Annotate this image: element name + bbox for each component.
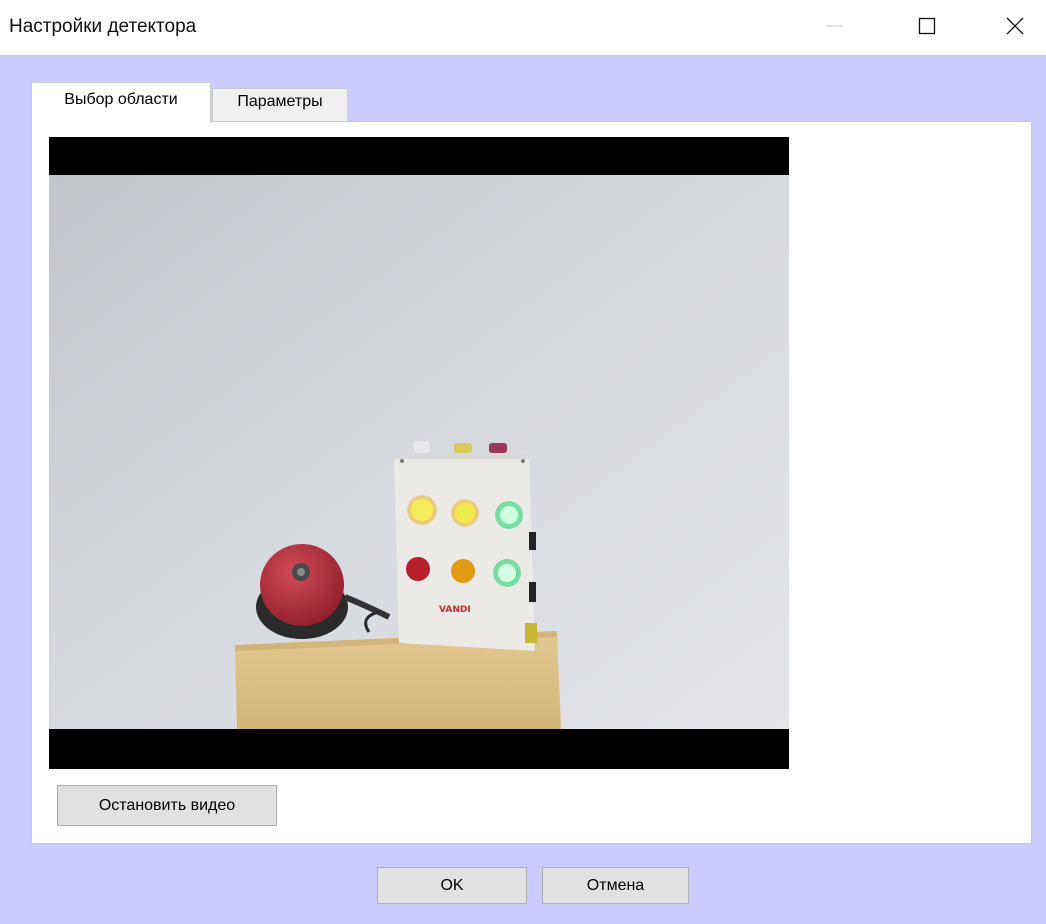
tab-region-selection[interactable]: Выбор области — [31, 82, 211, 123]
detector-settings-window: Настройки детектора Выбор области Параме… — [0, 0, 1046, 924]
ok-button[interactable]: OK — [377, 867, 527, 904]
title-bar[interactable]: Настройки детектора — [0, 0, 1046, 55]
cancel-button[interactable]: Отмена — [542, 867, 689, 904]
camera-frame-image: VANDI — [49, 175, 789, 729]
maximize-button[interactable] — [905, 6, 949, 46]
video-preview[interactable]: VANDI — [49, 137, 789, 769]
stop-video-button[interactable]: Остановить видео — [57, 785, 277, 826]
close-icon — [1006, 17, 1024, 35]
window-title: Настройки детектора — [9, 16, 197, 37]
minimize-button[interactable] — [812, 6, 856, 46]
tab-region-selection-label: Выбор области — [64, 91, 178, 108]
minimize-icon — [826, 25, 842, 27]
close-button[interactable] — [993, 6, 1037, 46]
tab-parameters[interactable]: Параметры — [212, 88, 348, 121]
maximize-icon — [918, 17, 936, 35]
vandi-logo: VANDI — [439, 605, 471, 615]
tab-parameters-label: Параметры — [237, 93, 323, 110]
